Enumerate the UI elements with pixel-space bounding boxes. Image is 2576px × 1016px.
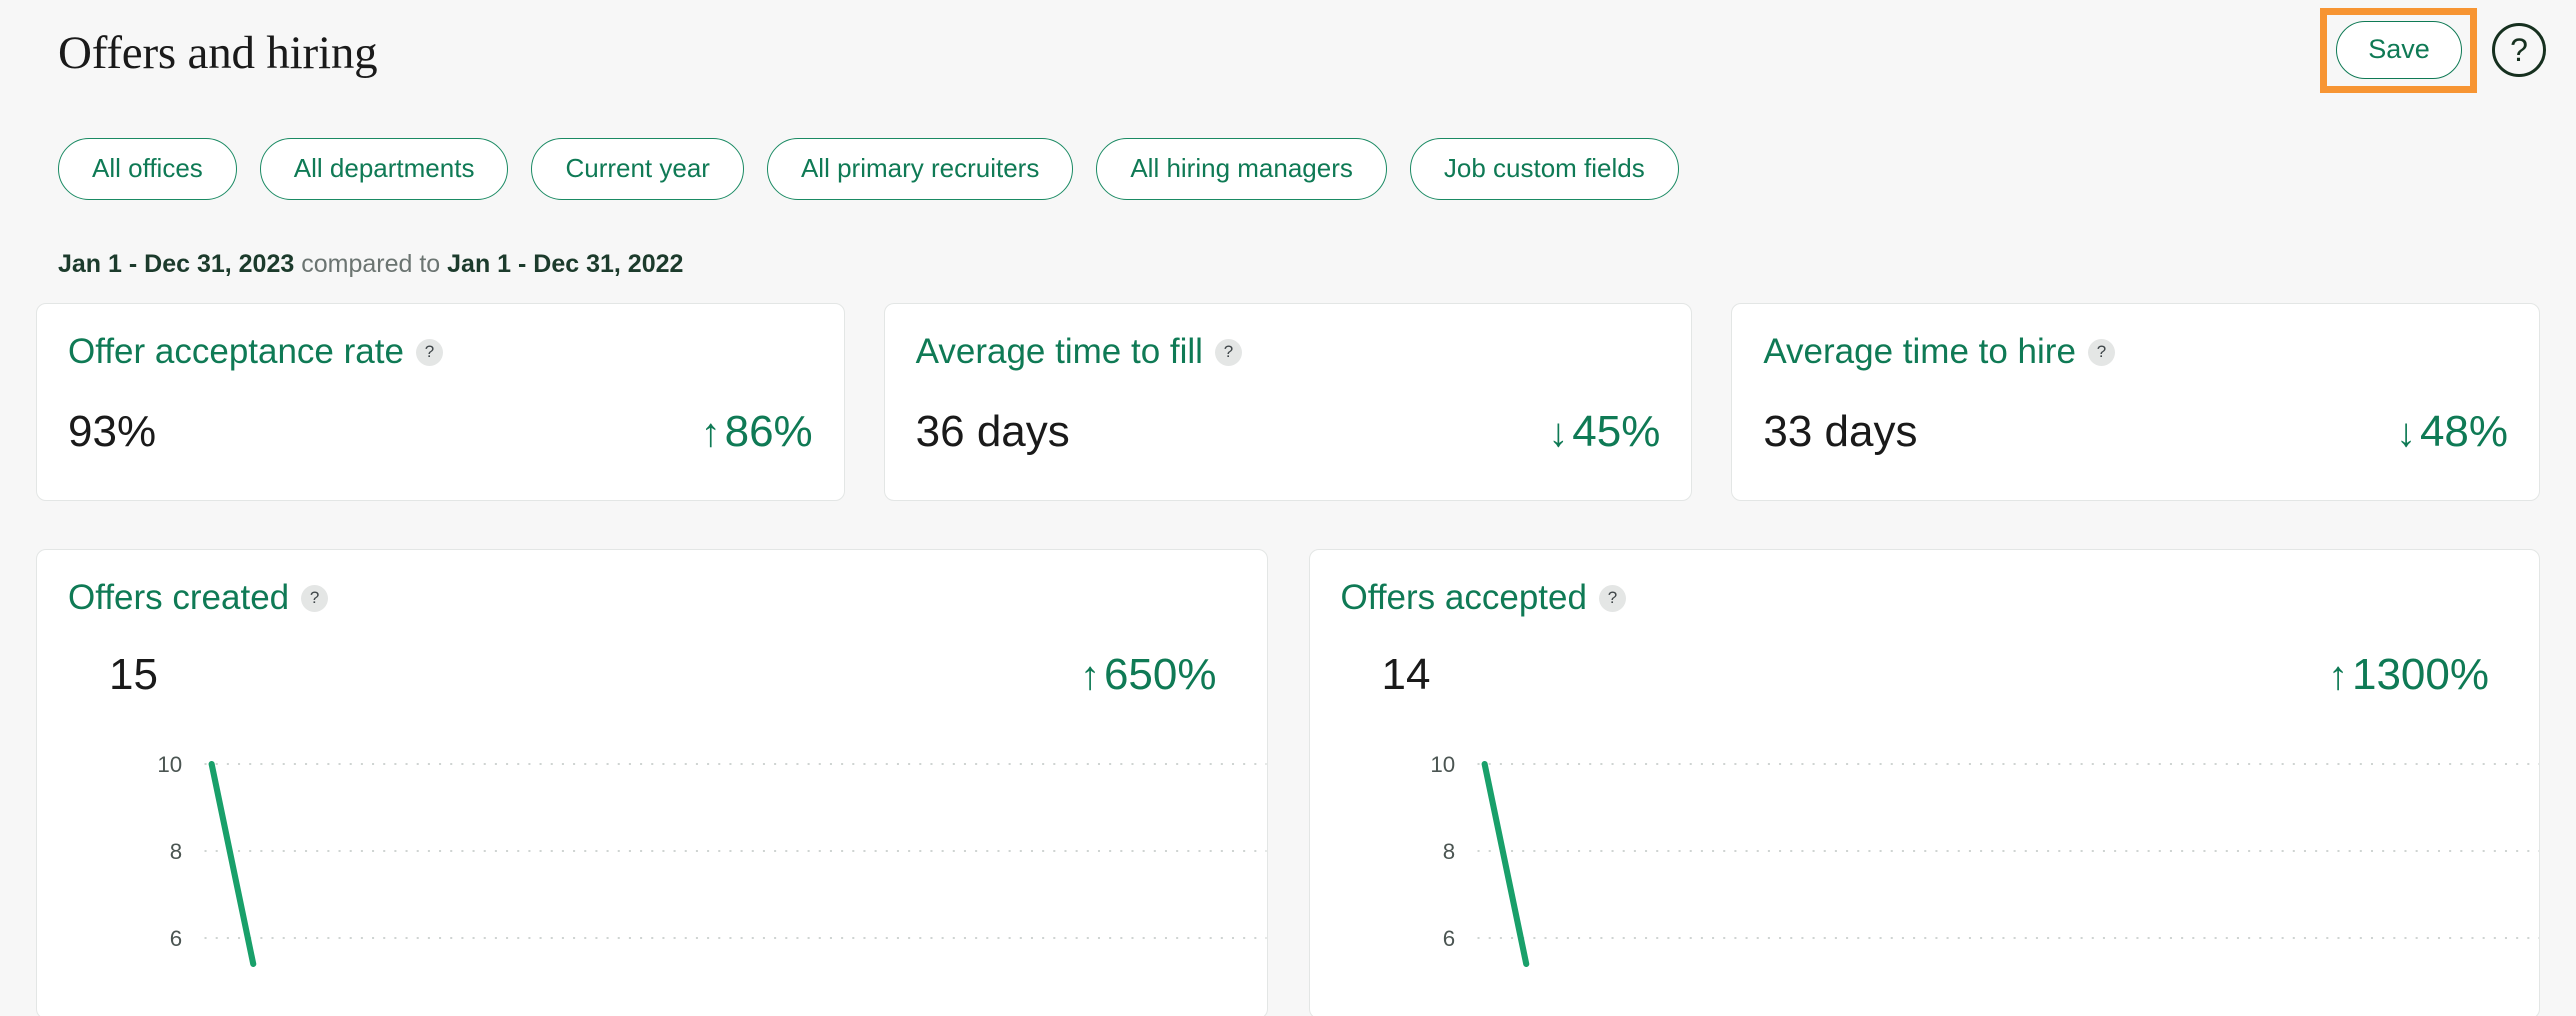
help-question-icon[interactable]: ? [1598,584,1626,612]
kpi-delta-value: 45% [1572,407,1661,456]
chart-value: 15 [109,650,158,699]
kpi-value: 93% [68,407,157,456]
filter-bar: All offices All departments Current year… [58,138,1679,200]
y-tick-label: 10 [1430,752,1455,777]
y-tick-label: 6 [1442,926,1454,951]
chart-card-offers-created: Offers created ? 15 ↑650% 10 8 6 [36,549,1268,1016]
kpi-title: Offer acceptance rate [68,332,404,371]
kpi-title-row: Average time to fill ? [916,332,1242,372]
kpi-delta: ↑86% [701,407,813,457]
chart-delta: ↑650% [1080,650,1217,700]
help-question-icon[interactable]: ? [2087,338,2115,366]
date-range-previous: Jan 1 - Dec 31, 2022 [447,250,684,278]
page-title: Offers and hiring [58,27,378,79]
line-chart-plot: 10 8 6 [1310,735,2539,1016]
help-question-icon[interactable]: ? [301,584,329,612]
chart-card-row: Offers created ? 15 ↑650% 10 8 6 Offers … [36,549,2540,1016]
page-header: Offers and hiring Save ? [0,0,2576,118]
chart-line-series [208,761,257,967]
kpi-value: 36 days [915,407,1070,456]
trend-up-arrow-icon: ↑ [700,411,721,455]
y-tick-label: 8 [170,839,182,864]
chart-line-series [1481,761,1529,967]
kpi-delta: ↓45% [1548,407,1660,457]
question-circle-icon[interactable]: ? [2492,23,2546,77]
kpi-title: Average time to fill [915,332,1203,371]
kpi-title-row: Average time to hire ? [1763,332,2115,372]
filter-pill-all-offices[interactable]: All offices [58,138,237,200]
line-chart-plot: 10 8 6 [37,735,1267,1016]
kpi-delta-value: 86% [724,407,813,456]
chart-title: Offers accepted [1340,578,1587,617]
kpi-card-average-time-to-hire: Average time to hire ? 33 days ↓48% [1731,303,2541,501]
chart-title-row: Offers created ? [68,578,329,618]
chart-value: 14 [1381,650,1431,699]
kpi-title-row: Offer acceptance rate ? [68,332,443,372]
help-question-icon[interactable]: ? [1214,338,1242,366]
chart-title-row: Offers accepted ? [1341,578,1626,618]
help-question-icon[interactable]: ? [415,338,443,366]
kpi-title: Average time to hire [1763,332,2076,371]
kpi-delta: ↓48% [2396,407,2508,457]
kpi-card-row: Offer acceptance rate ? 93% ↑86% Average… [36,303,2541,501]
y-tick-label: 10 [157,752,182,777]
chart-delta: ↑1300% [2328,650,2489,700]
filter-pill-current-year[interactable]: Current year [531,138,744,200]
chart-delta-value: 650% [1103,650,1217,699]
date-range-current: Jan 1 - Dec 31, 2023 [58,250,295,278]
save-button[interactable]: Save [2336,21,2462,79]
date-range-summary: Jan 1 - Dec 31, 2023 compared to Jan 1 -… [58,250,683,279]
trend-up-arrow-icon: ↑ [1079,654,1100,698]
filter-pill-all-departments[interactable]: All departments [259,138,509,200]
trend-down-arrow-icon: ↓ [1548,411,1569,455]
kpi-delta-value: 48% [2419,407,2509,456]
chart-delta-value: 1300% [2351,650,2489,699]
y-tick-label: 6 [170,926,182,951]
trend-up-arrow-icon: ↑ [2327,654,2348,698]
filter-pill-job-custom-fields[interactable]: Job custom fields [1409,138,1679,200]
filter-pill-all-hiring-managers[interactable]: All hiring managers [1096,138,1387,200]
y-tick-label: 8 [1442,839,1454,864]
trend-down-arrow-icon: ↓ [2395,411,2416,455]
filter-pill-all-primary-recruiters[interactable]: All primary recruiters [766,138,1074,200]
kpi-card-average-time-to-fill: Average time to fill ? 36 days ↓45% [883,303,1693,501]
date-range-connector: compared to [294,250,448,278]
chart-card-offers-accepted: Offers accepted ? 14 ↑1300% 10 8 6 [1308,549,2540,1016]
kpi-card-offer-acceptance-rate: Offer acceptance rate ? 93% ↑86% [36,303,845,501]
kpi-value: 33 days [1763,407,1918,456]
chart-title: Offers created [68,578,290,617]
